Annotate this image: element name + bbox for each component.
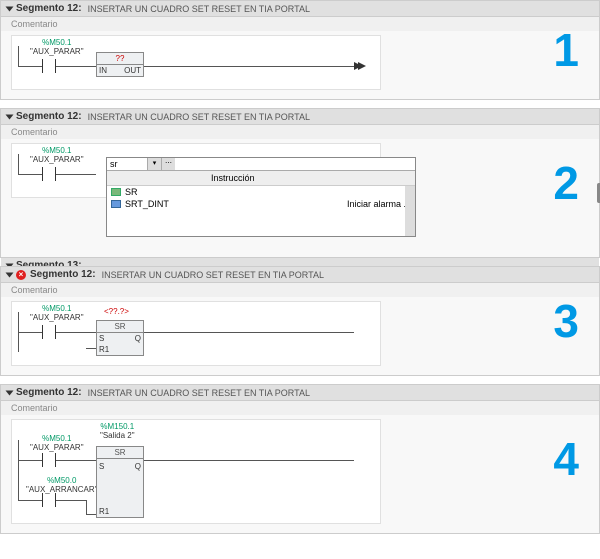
block-type-label: SR <box>97 447 143 459</box>
empty-block[interactable]: ?? IN OUT <box>96 52 144 77</box>
pin-q[interactable]: Q <box>135 334 141 343</box>
step-3: 3 × Segmento 12: INSERTAR UN CUADRO SET … <box>0 266 600 376</box>
step-number-3: 3 <box>553 294 579 348</box>
datatype-icon <box>111 200 121 208</box>
comment-field[interactable]: Comentario <box>1 17 599 31</box>
tag-symbol: "AUX_PARAR" <box>30 313 84 322</box>
segment-desc: INSERTAR UN CUADRO SET RESET EN TIA PORT… <box>102 270 324 280</box>
tag-symbol: "AUX_PARAR" <box>30 47 84 56</box>
step-number-2: 2 <box>553 156 579 210</box>
segment-header[interactable]: × Segmento 12: INSERTAR UN CUADRO SET RE… <box>1 267 599 283</box>
step-2: 2 Segmento 12: INSERTAR UN CUADRO SET RE… <box>0 108 600 258</box>
dropdown-header: Instrucción <box>107 171 415 186</box>
operand-symbol: "Salida 2" <box>100 431 135 440</box>
segment-header[interactable]: Segmento 12: INSERTAR UN CUADRO SET RESE… <box>1 109 599 125</box>
dropdown-button-1[interactable]: ▾ <box>147 158 161 170</box>
tag-address: %M50.1 <box>30 38 84 47</box>
step-4: 4 Segmento 12: INSERTAR UN CUADRO SET RE… <box>0 384 600 534</box>
sr-block[interactable]: SR S Q R1 <box>96 446 144 518</box>
pin-s[interactable]: S <box>99 462 104 471</box>
pin-out: OUT <box>124 66 141 75</box>
segment-title: Segmento 12: <box>16 387 82 398</box>
network-editor[interactable]: %M50.1 "AUX_PARAR" %M50.0 "AUX_ARRANCAR"… <box>11 419 381 524</box>
segment-desc: INSERTAR UN CUADRO SET RESET EN TIA PORT… <box>88 4 310 14</box>
pin-r1[interactable]: R1 <box>99 345 109 354</box>
tag-label[interactable]: %M50.1 "AUX_PARAR" <box>30 304 84 322</box>
collapse-arrow-icon[interactable] <box>6 390 14 395</box>
pin-s[interactable]: S <box>99 334 104 343</box>
dropdown-scrollbar[interactable] <box>405 186 415 236</box>
block-title-unknown: ?? <box>97 53 143 65</box>
no-contact-2[interactable] <box>42 493 56 507</box>
sr-operand[interactable]: %M150.1 "Salida 2" <box>100 422 135 440</box>
tag-address: %M50.1 <box>30 304 84 313</box>
pin-q[interactable]: Q <box>135 462 141 471</box>
pin-r1[interactable]: R1 <box>99 507 109 516</box>
sr-block-icon <box>111 188 121 196</box>
search-input[interactable] <box>107 158 147 170</box>
dropdown-button-2[interactable]: ⋯ <box>161 158 175 170</box>
step-number-1: 1 <box>553 23 579 77</box>
no-contact[interactable] <box>42 59 56 73</box>
sr-block[interactable]: SR S Q R1 <box>96 320 144 356</box>
network-editor[interactable]: %M50.1 "AUX_PARAR" <??.?> SR S Q R1 <box>11 301 381 366</box>
collapse-arrow-icon[interactable] <box>6 272 14 277</box>
no-contact[interactable] <box>42 167 56 181</box>
segment-header[interactable]: Segmento 12: INSERTAR UN CUADRO SET RESE… <box>1 1 599 17</box>
block-type-label: SR <box>97 321 143 333</box>
tag-address: %M50.1 <box>30 434 84 443</box>
segment-title: Segmento 12: <box>16 111 82 122</box>
no-contact[interactable] <box>42 325 56 339</box>
step-1: 1 Segmento 12: INSERTAR UN CUADRO SET RE… <box>0 0 600 100</box>
tag-label[interactable]: %M50.1 "AUX_PARAR" <box>30 38 84 56</box>
step-number-4: 4 <box>553 432 579 486</box>
collapse-arrow-icon[interactable] <box>6 114 14 119</box>
dropdown-item-srt-dint[interactable]: SRT_DINT Iniciar alarma ... <box>107 198 415 210</box>
network-editor[interactable]: %M50.1 "AUX_PARAR" ?? IN OUT <box>11 35 381 90</box>
segment-header[interactable]: Segmento 12: INSERTAR UN CUADRO SET RESE… <box>1 385 599 401</box>
comment-field[interactable]: Comentario <box>1 283 599 297</box>
tag-label-1[interactable]: %M50.1 "AUX_PARAR" <box>30 434 84 452</box>
tag-label[interactable]: %M50.1 "AUX_PARAR" <box>30 146 84 164</box>
missing-operand[interactable]: <??.?> <box>104 307 129 316</box>
tag-address: %M50.1 <box>30 146 84 155</box>
error-icon: × <box>16 270 26 280</box>
no-contact-1[interactable] <box>42 453 56 467</box>
collapse-arrow-icon[interactable] <box>6 6 14 11</box>
dropdown-list[interactable]: SR SRT_DINT Iniciar alarma ... <box>107 186 415 236</box>
operand-address: %M150.1 <box>100 422 135 431</box>
tag-symbol: "AUX_PARAR" <box>30 155 84 164</box>
segment-desc: INSERTAR UN CUADRO SET RESET EN TIA PORT… <box>88 112 310 122</box>
segment-desc: INSERTAR UN CUADRO SET RESET EN TIA PORT… <box>88 388 310 398</box>
rung-arrow-icon <box>354 62 362 70</box>
dropdown-item-sr[interactable]: SR <box>107 186 415 198</box>
comment-field[interactable]: Comentario <box>1 401 599 415</box>
pin-in: IN <box>99 66 107 75</box>
tag-symbol: "AUX_PARAR" <box>30 443 84 452</box>
tag-label-2[interactable]: %M50.0 "AUX_ARRANCAR" <box>26 476 97 494</box>
comment-field[interactable]: Comentario <box>1 125 599 139</box>
instruction-autocomplete[interactable]: ▾ ⋯ Instrucción SR SRT_DINT Iniciar alar… <box>106 157 416 237</box>
segment-title: Segmento 12: <box>16 3 82 14</box>
tag-address: %M50.0 <box>26 476 97 485</box>
col-instruction: Instrucción <box>207 171 327 185</box>
segment-title: Segmento 12: <box>30 269 96 280</box>
tag-symbol: "AUX_ARRANCAR" <box>26 485 97 494</box>
